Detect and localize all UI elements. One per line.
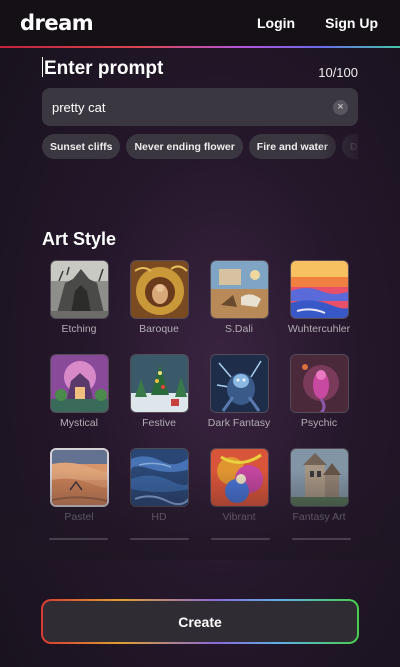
dark-fantasy-thumbnail <box>209 354 269 413</box>
clear-icon[interactable]: × <box>333 99 348 115</box>
dream-logo[interactable]: dream <box>20 11 94 35</box>
style-label: HD <box>151 511 167 523</box>
style-label: Fantasy Art <box>292 511 346 523</box>
prompt-input[interactable] <box>52 99 333 115</box>
style-label: Psychic <box>300 417 338 429</box>
style-tile-sdali[interactable]: S.Dali <box>202 260 276 335</box>
peek-tile <box>49 538 108 540</box>
etching-thumbnail <box>49 260 109 319</box>
style-label: Festive <box>142 417 176 429</box>
art-style-heading: Art Style <box>42 229 117 249</box>
peek-tile <box>211 538 270 540</box>
prompt-heading: Enter prompt <box>42 57 163 80</box>
suggestion-chip[interactable]: Fire and water <box>248 134 336 159</box>
pastel-thumbnail <box>49 448 109 507</box>
suggestion-chip[interactable]: Never ending flower <box>126 134 243 159</box>
style-label: Pastel <box>64 511 94 523</box>
art-style-grid: Etching Baroque S.Dali Wuhtercuhler Myst… <box>42 260 358 523</box>
style-tile-etching[interactable]: Etching <box>42 260 116 335</box>
style-tile-baroque[interactable]: Baroque <box>122 260 196 335</box>
text-caret <box>42 57 43 77</box>
prompt-heading-text: Enter prompt <box>44 58 164 79</box>
style-tile-dark-fantasy[interactable]: Dark Fantasy <box>202 354 276 429</box>
style-label: Mystical <box>60 417 98 429</box>
style-tile-vibrant[interactable]: Vibrant <box>202 448 276 523</box>
style-tile-festive[interactable]: Festive <box>122 354 196 429</box>
style-tile-fantasy-art[interactable]: Fantasy Art <box>282 448 356 523</box>
style-tile-wuhtercuhler[interactable]: Wuhtercuhler <box>282 260 356 335</box>
style-label: Baroque <box>139 323 179 335</box>
prompt-field[interactable]: × <box>42 88 358 126</box>
create-button[interactable]: Create <box>43 601 357 642</box>
next-row-peek <box>49 538 351 541</box>
prompt-suggestions: Sunset cliffs Never ending flower Fire a… <box>42 134 358 160</box>
peek-tile <box>292 538 351 540</box>
fantasy-art-thumbnail <box>289 448 349 507</box>
style-tile-psychic[interactable]: Psychic <box>282 354 356 429</box>
create-button-border: Create <box>41 599 359 644</box>
style-tile-pastel[interactable]: Pastel <box>42 448 116 523</box>
suggestion-chip[interactable]: DNA tornado <box>342 134 358 159</box>
festive-thumbnail <box>129 354 189 413</box>
peek-tile <box>130 538 189 540</box>
sdali-thumbnail <box>209 260 269 319</box>
style-label: Etching <box>61 323 97 335</box>
style-tile-mystical[interactable]: Mystical <box>42 354 116 429</box>
app-header: dream Login Sign Up <box>0 0 400 46</box>
header-nav: Login Sign Up <box>257 15 378 31</box>
suggestion-chip[interactable]: Sunset cliffs <box>42 134 121 159</box>
style-label: S.Dali <box>224 323 253 335</box>
psychic-thumbnail <box>289 354 349 413</box>
style-label: Dark Fantasy <box>207 417 271 429</box>
vibrant-thumbnail <box>209 448 269 507</box>
signup-link[interactable]: Sign Up <box>325 15 378 31</box>
character-counter: 10/100 <box>318 65 358 80</box>
style-label: Wuhtercuhler <box>287 323 351 335</box>
style-label: Vibrant <box>222 511 256 523</box>
login-link[interactable]: Login <box>257 15 295 31</box>
header-divider <box>0 46 400 48</box>
mystical-thumbnail <box>49 354 109 413</box>
style-tile-hd[interactable]: HD <box>122 448 196 523</box>
hd-thumbnail <box>129 448 189 507</box>
wuhtercuhler-thumbnail <box>289 260 349 319</box>
baroque-thumbnail <box>129 260 189 319</box>
